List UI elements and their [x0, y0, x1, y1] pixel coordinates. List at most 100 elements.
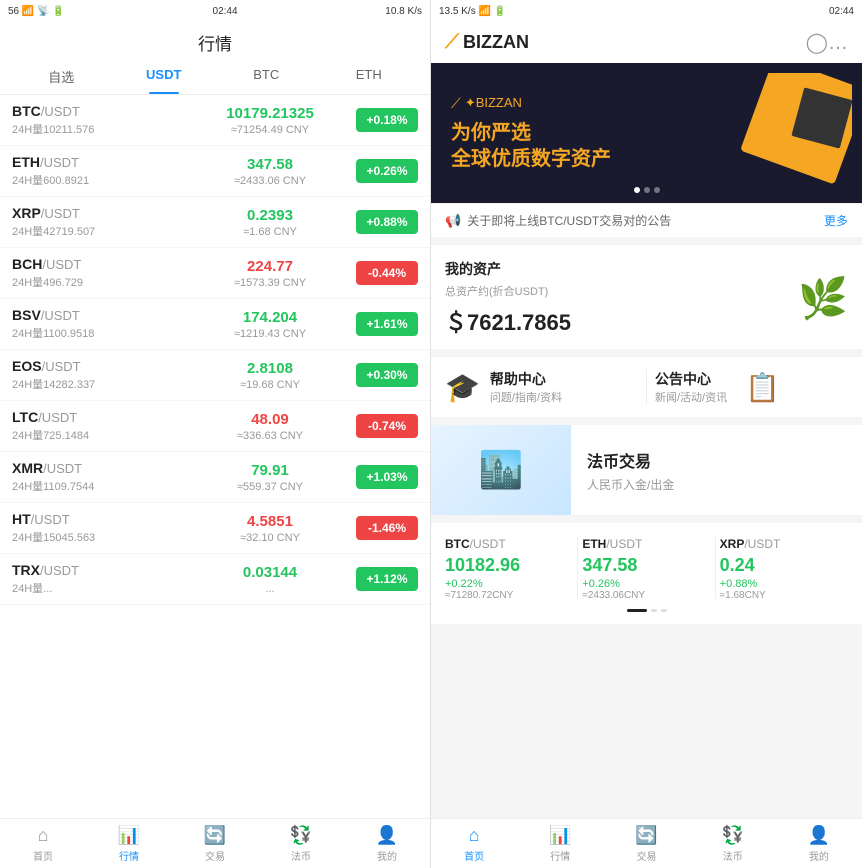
list-item[interactable]: XMR/USDT 24H量1109.7544 79.91 ≈559.37 CNY… [0, 452, 430, 503]
change-badge: +1.12% [356, 567, 418, 591]
ticker-btc-price: 10182.96 [445, 555, 573, 576]
fiat-title: 法币交易 [587, 448, 846, 472]
fiat-icon: 💱 [722, 825, 744, 846]
left-nav-fiat[interactable]: 💱 法币 [258, 819, 344, 868]
right-nav-trade[interactable]: 🔄 交易 [603, 819, 689, 868]
trade-icon: 🔄 [635, 825, 657, 846]
change-badge: +1.03% [356, 465, 418, 489]
assets-section: 我的资产 总资产约(折合USDT) ＄7621.7865 🌿 [431, 245, 862, 349]
list-item[interactable]: TRX/USDT 24H量... 0.03144 ... +1.12% [0, 554, 430, 605]
ticker-btc-cny: ≈71280.72CNY [445, 590, 573, 601]
fiat-illustration-icon: 🏙️ [479, 449, 524, 491]
left-bottom-nav: ⌂ 首页 📊 行情 🔄 交易 💱 法币 👤 我的 [0, 818, 430, 868]
chat-icon[interactable]: ◯… [806, 30, 848, 55]
assets-amount: ＄7621.7865 [445, 305, 571, 337]
ticker-xrp-cny: ≈1.68CNY [720, 590, 848, 601]
assets-illustration-icon: 🌿 [798, 277, 848, 321]
trade-icon: 🔄 [204, 825, 226, 846]
tab-zixuan[interactable]: 自选 [10, 59, 113, 94]
left-status-time: 02:44 [213, 6, 238, 17]
assets-subtitle: 总资产约(折合USDT) [445, 283, 571, 299]
list-item[interactable]: LTC/USDT 24H量725.1484 48.09 ≈336.63 CNY … [0, 401, 430, 452]
right-nav-market[interactable]: 📊 行情 [517, 819, 603, 868]
change-badge: -0.74% [356, 414, 418, 438]
change-badge: +0.26% [356, 159, 418, 183]
slide-indicator [445, 601, 848, 616]
market-list: BTC/USDT 24H量10211.576 10179.21325 ≈7125… [0, 95, 430, 818]
list-item[interactable]: ETH/USDT 24H量600.8921 347.58 ≈2433.06 CN… [0, 146, 430, 197]
ticker-btc-change: +0.22% [445, 578, 573, 590]
profile-icon: 👤 [808, 825, 830, 846]
ticker-divider-2 [715, 537, 716, 601]
quick-links: 🎓 帮助中心 问题/指南/资料 公告中心 新闻/活动/资讯 📋 [431, 357, 862, 417]
quick-divider [646, 369, 647, 405]
ticker-xrp[interactable]: XRP/USDT 0.24 +0.88% ≈1.68CNY [720, 537, 848, 601]
banner-title: 为你严选 全球优质数字资产 [451, 120, 611, 172]
list-item[interactable]: XRP/USDT 24H量42719.507 0.2393 ≈1.68 CNY … [0, 197, 430, 248]
ticker-divider [577, 537, 578, 601]
price-ticker: BTC/USDT 10182.96 +0.22% ≈71280.72CNY ET… [431, 523, 862, 624]
change-badge: -0.44% [356, 261, 418, 285]
right-topbar: ⟋ BIZZAN ◯… [431, 22, 862, 63]
banner-dots [634, 187, 660, 193]
list-item[interactable]: BCH/USDT 24H量496.729 224.77 ≈1573.39 CNY… [0, 248, 430, 299]
left-nav-home[interactable]: ⌂ 首页 [0, 819, 86, 868]
fiat-icon: 💱 [290, 825, 312, 846]
fiat-banner[interactable]: 🏙️ 法币交易 人民币入金/出金 [431, 425, 862, 515]
home-icon: ⌂ [38, 825, 49, 846]
right-nav-profile[interactable]: 👤 我的 [776, 819, 862, 868]
change-badge: +0.88% [356, 210, 418, 234]
ticker-eth[interactable]: ETH/USDT 347.58 +0.26% ≈2433.06CNY [582, 537, 710, 601]
ticker-eth-price: 347.58 [582, 555, 710, 576]
left-panel: 56 📶 📡 🔋 02:44 10.8 K/s 行情 自选 USDT BTC E… [0, 0, 431, 868]
right-bottom-nav: ⌂ 首页 📊 行情 🔄 交易 💱 法币 👤 我的 [431, 818, 862, 868]
list-item[interactable]: HT/USDT 24H量15045.563 4.5851 ≈32.10 CNY … [0, 503, 430, 554]
banner-logo-icon: ⟋ [451, 95, 461, 112]
banner-graphic [732, 73, 852, 193]
left-nav-trade[interactable]: 🔄 交易 [172, 819, 258, 868]
home-icon: ⌂ [469, 825, 480, 846]
list-item[interactable]: BTC/USDT 24H量10211.576 10179.21325 ≈7125… [0, 95, 430, 146]
right-panel: 13.5 K/s 📶 🔋 02:44 ⟋ BIZZAN ◯… ⟋ ✦BIZZAN… [431, 0, 862, 868]
left-nav-profile[interactable]: 👤 我的 [344, 819, 430, 868]
list-item[interactable]: EOS/USDT 24H量14282.337 2.8108 ≈19.68 CNY… [0, 350, 430, 401]
announcement-bar[interactable]: 📢 关于即将上线BTC/USDT交易对的公告 更多 [431, 203, 862, 237]
left-status-bar: 56 📶 📡 🔋 02:44 10.8 K/s [0, 0, 430, 22]
ticker-btc[interactable]: BTC/USDT 10182.96 +0.22% ≈71280.72CNY [445, 537, 573, 601]
ticker-xrp-price: 0.24 [720, 555, 848, 576]
right-status-time: 02:44 [829, 6, 854, 17]
announcement-text: 关于即将上线BTC/USDT交易对的公告 [467, 212, 671, 229]
change-badge: +1.61% [356, 312, 418, 336]
announcement-center-link[interactable]: 公告中心 新闻/活动/资讯 📋 [655, 369, 848, 405]
fiat-illustration: 🏙️ [431, 425, 571, 515]
announcement-icon: 📢 [445, 213, 461, 229]
right-content: ⟋ BIZZAN ◯… ⟋ ✦BIZZAN 为你严选 全球优质数字资产 [431, 22, 862, 818]
tab-btc[interactable]: BTC [215, 59, 318, 94]
ticker-eth-change: +0.26% [582, 578, 710, 590]
tab-usdt[interactable]: USDT [113, 59, 216, 94]
help-center-link[interactable]: 🎓 帮助中心 问题/指南/资料 [445, 369, 638, 405]
right-nav-fiat[interactable]: 💱 法币 [690, 819, 776, 868]
change-badge: +0.30% [356, 363, 418, 387]
announcement-more-link[interactable]: 更多 [824, 212, 848, 229]
assets-title: 我的资产 [445, 259, 571, 279]
logo-mark-icon: ⟋ [445, 31, 459, 54]
announcement-center-icon: 📋 [745, 371, 780, 404]
market-icon: 📊 [549, 825, 571, 846]
banner: ⟋ ✦BIZZAN 为你严选 全球优质数字资产 [431, 63, 862, 203]
right-status-signal: 13.5 K/s 📶 🔋 [439, 6, 506, 17]
profile-icon: 👤 [376, 825, 398, 846]
fiat-subtitle: 人民币入金/出金 [587, 476, 846, 493]
market-icon: 📊 [118, 825, 140, 846]
ticker-xrp-change: +0.88% [720, 578, 848, 590]
left-tabs: 自选 USDT BTC ETH [0, 59, 430, 95]
right-status-bar: 13.5 K/s 📶 🔋 02:44 [431, 0, 862, 22]
left-header: 行情 [0, 22, 430, 59]
left-nav-market[interactable]: 📊 行情 [86, 819, 172, 868]
right-nav-home[interactable]: ⌂ 首页 [431, 819, 517, 868]
tab-eth[interactable]: ETH [318, 59, 421, 94]
change-badge: -1.46% [356, 516, 418, 540]
change-badge: +0.18% [356, 108, 418, 132]
list-item[interactable]: BSV/USDT 24H量1100.9518 174.204 ≈1219.43 … [0, 299, 430, 350]
ticker-eth-cny: ≈2433.06CNY [582, 590, 710, 601]
